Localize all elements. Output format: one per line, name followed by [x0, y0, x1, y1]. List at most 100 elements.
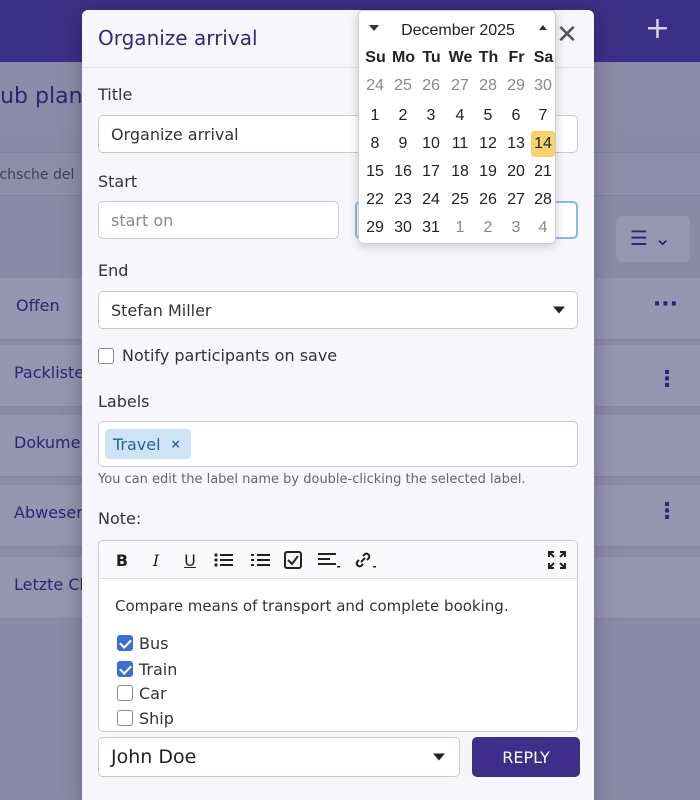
calendar-day[interactable]: 23	[391, 187, 415, 213]
calendar-day[interactable]: 29	[363, 215, 387, 241]
labels-label: Labels	[98, 392, 150, 411]
calendar-day[interactable]: 5	[476, 103, 500, 129]
calendar-day[interactable]: 19	[476, 159, 500, 185]
title-label: Title	[98, 85, 133, 104]
note-editor[interactable]: B I U Compare means of transport and com…	[98, 540, 578, 732]
list-view-icon: ☰ ⌄	[630, 226, 672, 250]
list-item-label: Packliste	[14, 363, 85, 382]
list-item-label: Letzte Ch	[14, 575, 90, 594]
calendar-day[interactable]: 13	[504, 131, 528, 157]
task-label: Bus	[139, 634, 169, 653]
numbered-list-icon[interactable]	[249, 548, 273, 572]
calendar-day[interactable]: 15	[363, 159, 387, 185]
label-tag[interactable]: Travel ×	[105, 429, 191, 459]
assignee-select[interactable]: John Doe	[98, 737, 460, 777]
underline-icon[interactable]: U	[178, 548, 202, 572]
calendar-day[interactable]: 25	[391, 73, 415, 99]
date-picker-month: December 2025	[401, 22, 515, 39]
calendar-day[interactable]: 26	[419, 73, 443, 99]
date-picker[interactable]: December 2025 Su Mo Tu We Th Fr Sa 24 25 26 27 28 29…	[358, 10, 556, 244]
task-checkbox[interactable]	[117, 635, 133, 651]
start-date-input[interactable]: start on	[98, 201, 339, 239]
calendar-day[interactable]: 2	[391, 103, 415, 129]
calendar-day[interactable]: 26	[476, 187, 500, 213]
calendar-day[interactable]: 28	[476, 73, 500, 99]
list-item-label: Dokumen	[14, 433, 91, 452]
labels-hint: You can edit the label name by double-cl…	[98, 472, 526, 487]
task-label: Ship	[139, 709, 174, 728]
weekday-header: Mo	[391, 49, 416, 66]
dialog-title: Organize arrival	[98, 26, 258, 50]
calendar-day[interactable]: 6	[504, 103, 528, 129]
bold-icon[interactable]: B	[110, 548, 134, 572]
label-tag-text: Travel	[113, 434, 161, 454]
calendar-day[interactable]: 17	[419, 159, 443, 185]
calendar-day[interactable]: 18	[448, 159, 472, 185]
note-label: Note:	[98, 509, 142, 528]
caret-down-icon	[433, 753, 445, 761]
calendar-day[interactable]: 10	[419, 131, 443, 157]
task-label: Train	[139, 660, 178, 679]
labels-input[interactable]: Travel ×	[98, 421, 578, 467]
list-item-label: Offen	[16, 296, 60, 315]
editor-toolbar: B I U	[99, 541, 577, 579]
calendar-day[interactable]: 7	[531, 103, 555, 129]
end-select-value: Stefan Miller	[111, 300, 212, 320]
align-icon[interactable]	[317, 548, 341, 572]
weekday-header: Su	[365, 49, 386, 66]
bullet-list-icon[interactable]	[212, 548, 236, 572]
calendar-day[interactable]: 3	[504, 215, 528, 241]
list-item-label: Abwesen	[14, 503, 87, 522]
more-icon[interactable]: ···	[653, 292, 678, 317]
calendar-day[interactable]: 30	[531, 73, 555, 99]
calendar-day[interactable]: 12	[476, 131, 500, 157]
calendar-day[interactable]: 4	[448, 103, 472, 129]
checklist-icon[interactable]	[281, 548, 305, 572]
caret-down-icon	[553, 306, 565, 314]
fullscreen-icon[interactable]	[545, 548, 569, 572]
calendar-day[interactable]: 8	[363, 131, 387, 157]
calendar-day[interactable]: 14	[531, 131, 555, 157]
calendar-day[interactable]: 3	[419, 103, 443, 129]
add-icon[interactable]: +	[645, 14, 670, 44]
calendar-day[interactable]: 27	[448, 73, 472, 99]
notify-checkbox[interactable]	[98, 348, 114, 364]
next-month-icon[interactable]	[539, 25, 547, 30]
calendar-day[interactable]: 29	[504, 73, 528, 99]
reply-button[interactable]: REPLY	[472, 737, 580, 777]
calendar-day[interactable]: 24	[419, 187, 443, 213]
calendar-day[interactable]: 22	[363, 187, 387, 213]
calendar-day[interactable]: 4	[531, 215, 555, 241]
calendar-day[interactable]: 28	[531, 187, 555, 213]
calendar-day[interactable]: 25	[448, 187, 472, 213]
remove-label-icon[interactable]: ×	[171, 437, 181, 451]
link-icon[interactable]	[353, 548, 377, 572]
calendar-day[interactable]: 16	[391, 159, 415, 185]
more-icon[interactable]: ⋮	[656, 367, 678, 392]
editor-content[interactable]: Compare means of transport and complete …	[99, 579, 577, 731]
calendar-day[interactable]: 1	[363, 103, 387, 129]
calendar-day[interactable]: 24	[363, 73, 387, 99]
task-checkbox[interactable]	[117, 710, 133, 726]
italic-icon[interactable]: I	[144, 548, 168, 572]
weekday-header: Sa	[533, 49, 554, 66]
more-icon[interactable]: ⋮	[656, 499, 678, 524]
calendar-day[interactable]: 27	[504, 187, 528, 213]
weekday-header: Th	[478, 49, 499, 66]
task-checkbox[interactable]	[117, 661, 133, 677]
calendar-day[interactable]: 30	[391, 215, 415, 241]
calendar-day[interactable]: 1	[448, 215, 472, 241]
end-label: End	[98, 261, 129, 280]
calendar-day[interactable]: 11	[448, 131, 472, 157]
end-select[interactable]: Stefan Miller	[98, 291, 578, 329]
notify-label: Notify participants on save	[122, 346, 338, 365]
calendar-day[interactable]: 20	[504, 159, 528, 185]
task-checkbox[interactable]	[117, 685, 133, 701]
calendar-day[interactable]: 2	[476, 215, 500, 241]
weekday-header: Tu	[422, 49, 441, 66]
calendar-day[interactable]: 9	[391, 131, 415, 157]
weekday-header: We	[448, 49, 473, 66]
calendar-day[interactable]: 21	[531, 159, 555, 185]
search-input[interactable]: rchsche del	[0, 167, 74, 183]
calendar-day[interactable]: 31	[419, 215, 443, 241]
